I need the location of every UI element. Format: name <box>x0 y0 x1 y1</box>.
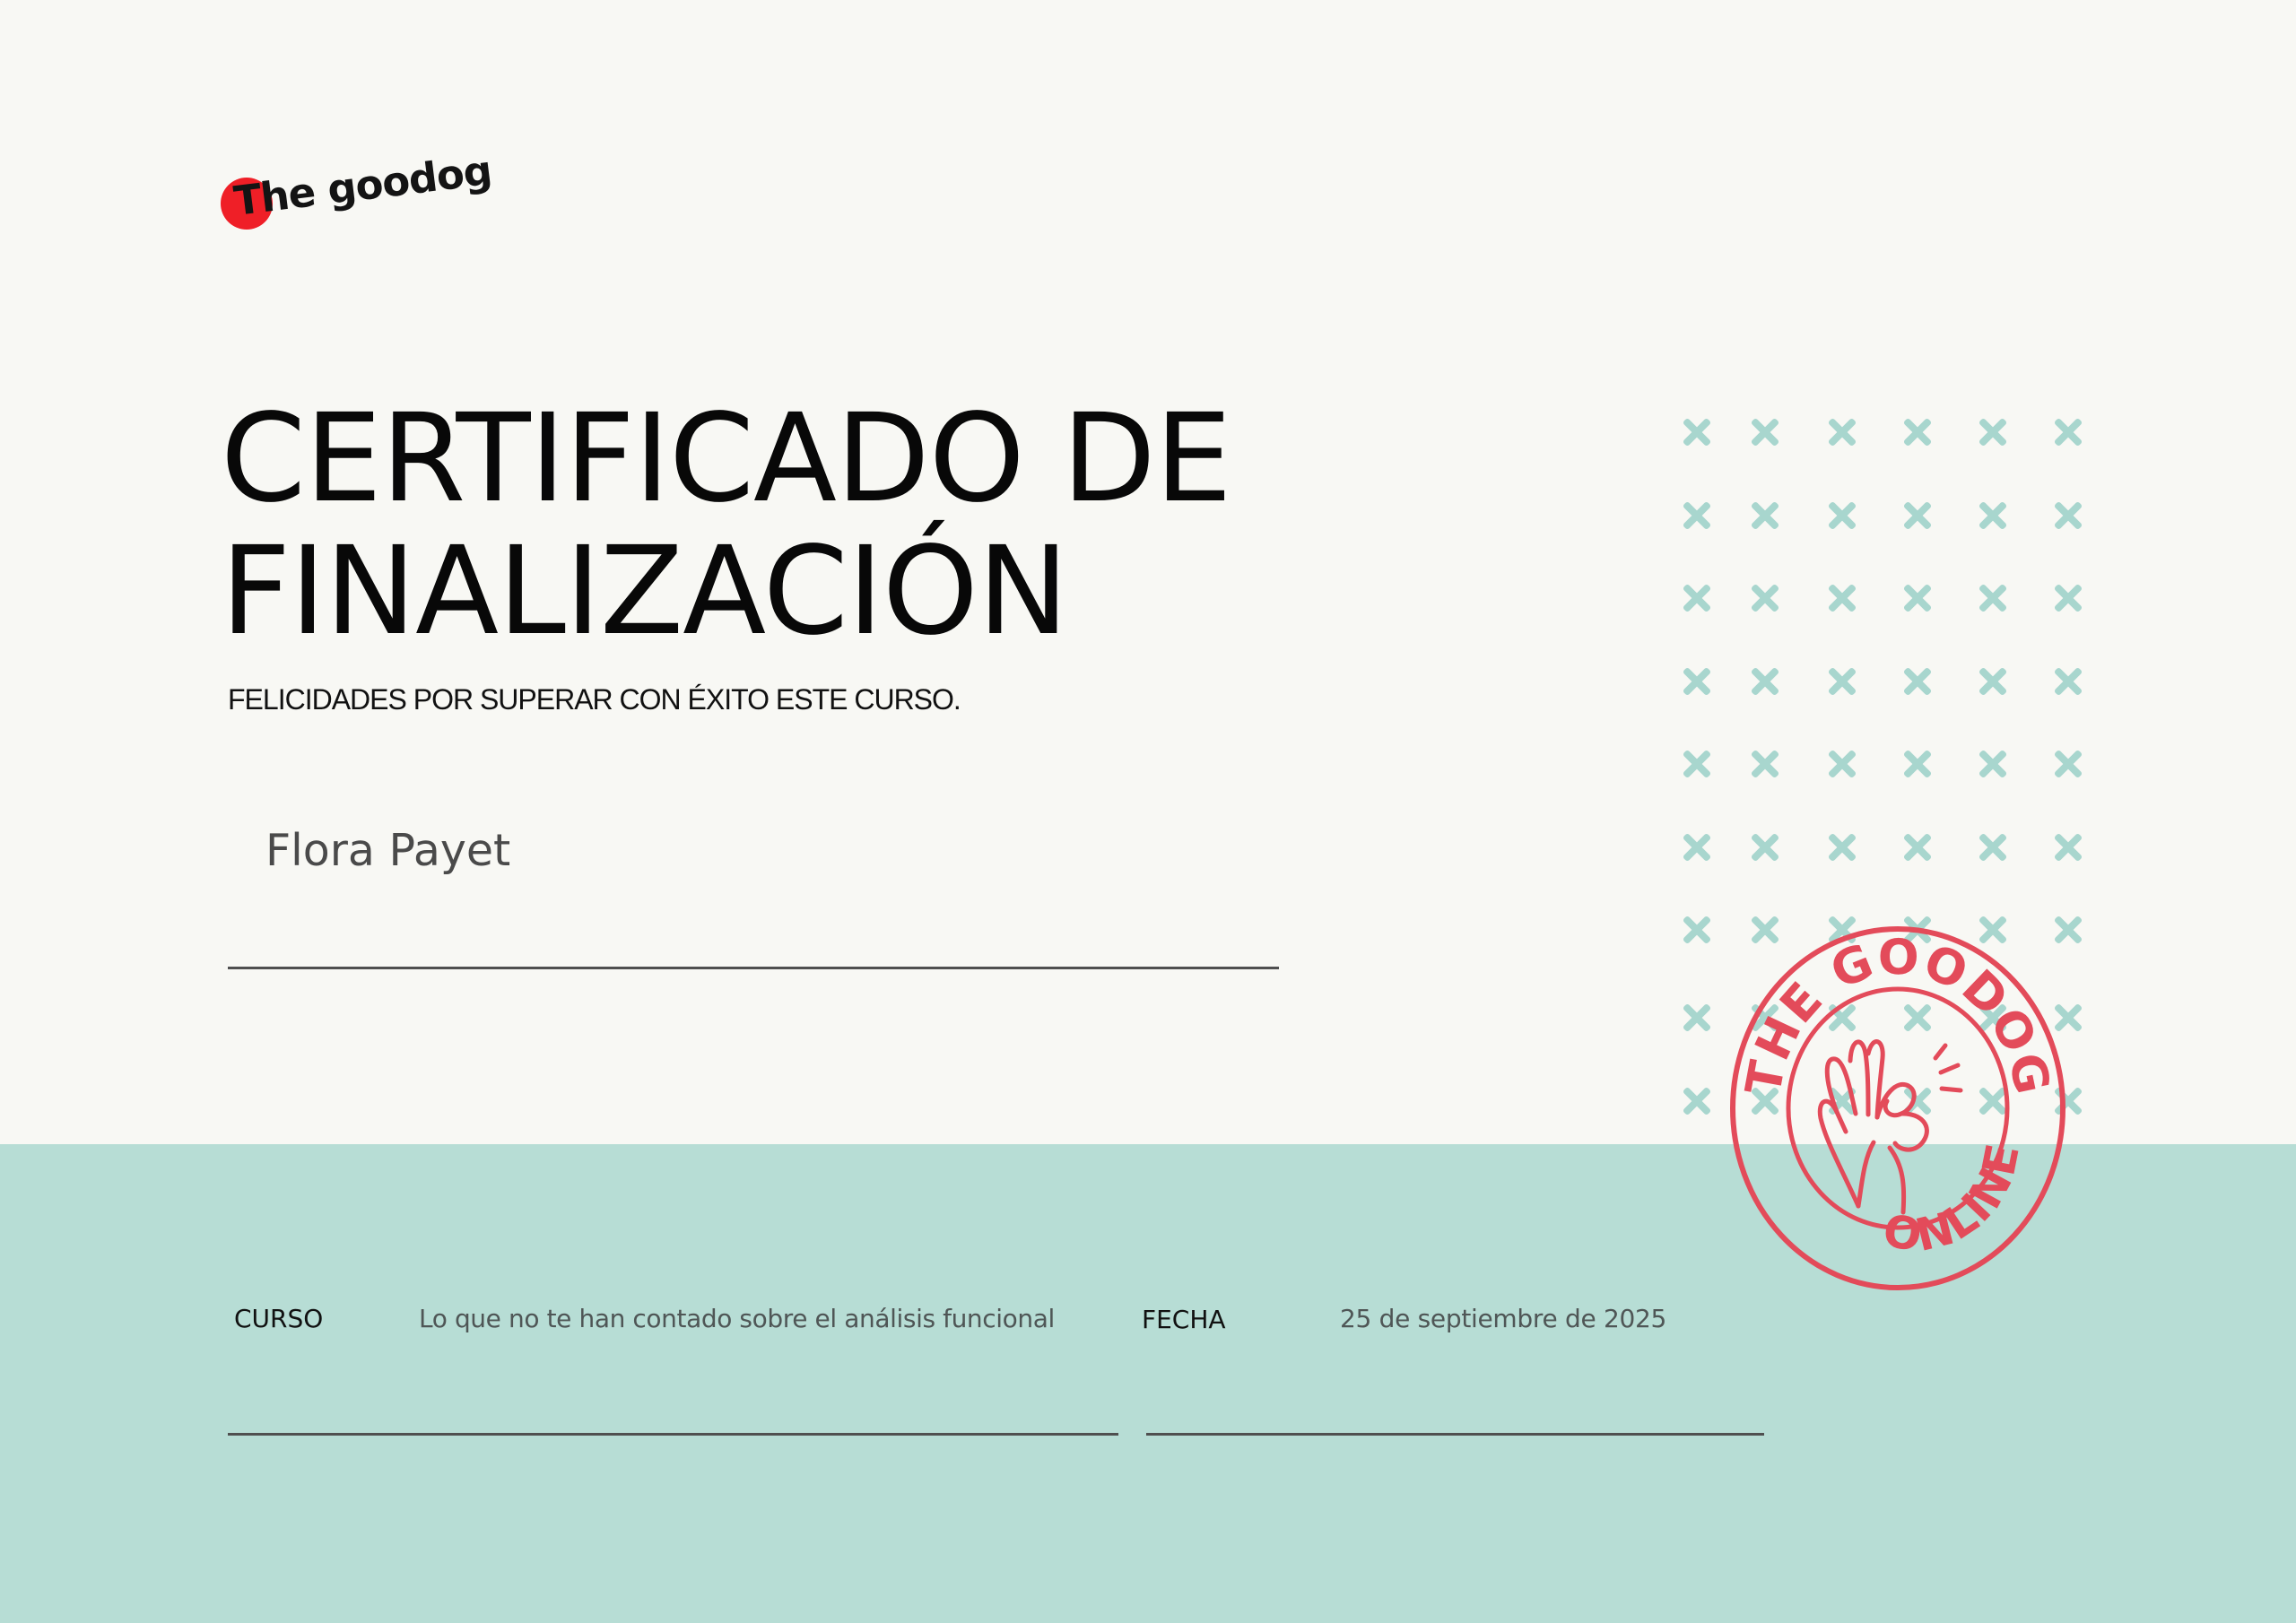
x-mark-icon <box>1682 749 1712 779</box>
course-label: CURSO <box>234 1304 324 1333</box>
x-mark-icon <box>1902 749 1933 779</box>
course-signature-line <box>228 1433 1118 1436</box>
x-mark-icon <box>2053 500 2083 531</box>
certificate-subtitle: FELICIDADES POR SUPERAR CON ÉXITO ESTE C… <box>228 683 961 716</box>
x-mark-icon <box>1682 832 1712 863</box>
date-value: 25 de septiembre de 2025 <box>1340 1304 1667 1333</box>
x-mark-icon <box>1827 832 1857 863</box>
x-mark-icon <box>1978 832 2008 863</box>
brand-logo: The goodog <box>219 146 494 249</box>
x-mark-icon <box>1827 749 1857 779</box>
x-mark-icon <box>2053 832 2083 863</box>
x-mark-icon <box>1682 1002 1712 1033</box>
x-mark-icon <box>1750 500 1780 531</box>
recipient-name: Flora Payet <box>265 825 511 876</box>
x-mark-icon <box>1827 500 1857 531</box>
certificate-title: CERTIFICADO DE FINALIZACIÓN <box>221 388 1232 663</box>
x-mark-icon <box>1978 666 2008 697</box>
x-mark-icon <box>1978 749 2008 779</box>
x-mark-icon <box>1682 666 1712 697</box>
x-mark-icon <box>2053 417 2083 447</box>
x-mark-icon <box>1750 417 1780 447</box>
x-mark-icon <box>2053 749 2083 779</box>
x-mark-icon <box>1902 832 1933 863</box>
x-mark-icon <box>1682 1086 1712 1116</box>
x-mark-icon <box>1750 749 1780 779</box>
certificate-page: The goodog CERTIFICADO DE FINALIZACIÓN F… <box>0 0 2296 1623</box>
x-mark-icon <box>1902 500 1933 531</box>
ok-hand-icon <box>1817 1039 1963 1215</box>
x-mark-icon <box>1750 666 1780 697</box>
x-mark-icon <box>1827 666 1857 697</box>
x-mark-icon <box>1978 583 2008 613</box>
x-mark-icon <box>1750 583 1780 613</box>
stamp-top-text: THE GOODOG <box>1735 929 2061 1100</box>
x-mark-icon <box>1682 417 1712 447</box>
x-mark-icon <box>1682 500 1712 531</box>
date-signature-line <box>1146 1433 1764 1436</box>
x-mark-icon <box>1827 583 1857 613</box>
x-mark-icon <box>1978 417 2008 447</box>
x-mark-icon <box>2053 666 2083 697</box>
x-mark-icon <box>1902 583 1933 613</box>
x-mark-icon <box>1902 666 1933 697</box>
x-mark-icon <box>1827 417 1857 447</box>
course-value: Lo que no te han contado sobre el anális… <box>419 1304 1055 1333</box>
x-mark-icon <box>1682 583 1712 613</box>
goodog-online-stamp: THE GOODOG ONLINE <box>1727 924 2068 1291</box>
recipient-signature-line <box>228 967 1279 969</box>
x-mark-icon <box>2053 583 2083 613</box>
x-mark-icon <box>1750 832 1780 863</box>
date-label: FECHA <box>1142 1305 1226 1334</box>
x-mark-icon <box>1902 417 1933 447</box>
x-mark-icon <box>1682 915 1712 945</box>
x-mark-icon <box>1978 500 2008 531</box>
